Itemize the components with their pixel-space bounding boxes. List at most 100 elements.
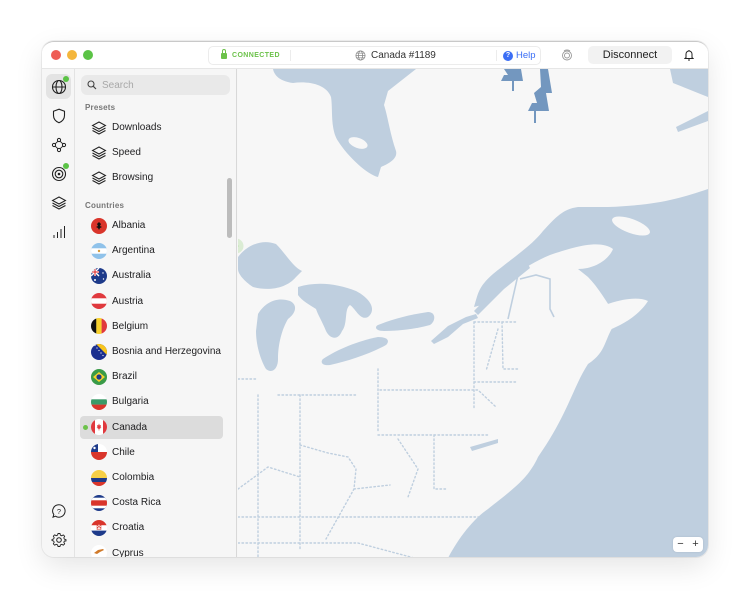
country-label: Canada [112,421,148,433]
lock-icon [221,49,227,59]
list-scrollbar[interactable] [227,178,232,238]
albania-flag-icon [91,217,107,234]
hudson-bay [273,69,416,177]
connected-server-pin[interactable] [238,238,244,254]
tree-icons [501,69,552,123]
map-zoom-controls: − + [673,537,703,552]
lake-erie [321,337,388,366]
server-map[interactable]: − + [238,69,708,557]
divider [496,50,497,61]
atlantic-ocean [448,189,708,557]
preset-label: Downloads [112,122,162,133]
preset-item-speed[interactable]: Speed [80,141,223,164]
country-item-colombia[interactable]: Colombia [80,466,223,489]
rail-item-countries[interactable] [46,74,71,99]
tree-icon [528,69,552,123]
connection-status-bar: CONNECTED Canada #1189 ? Help [208,46,541,65]
country-item-chile[interactable]: Chile [80,441,223,464]
map-canvas [238,69,708,557]
search-box[interactable] [81,75,230,95]
close-window-button[interactable] [51,50,61,60]
rail-item-help[interactable]: ? [46,498,71,523]
pause-shield-icon[interactable] [561,49,573,61]
layers-icon [50,195,67,210]
country-item-brazil[interactable]: Brazil [80,365,223,388]
country-label: Albania [112,220,146,231]
help-bubble-icon: ? [51,503,66,518]
tree-icon [501,69,523,91]
country-item-australia[interactable]: Australia [80,264,223,287]
rail-item-settings[interactable] [46,527,71,552]
australia-flag-icon [91,267,107,284]
country-label: Croatia [112,522,145,534]
notification-bell-icon[interactable] [684,49,694,61]
cyprus-flag-icon [91,545,107,557]
disconnect-button[interactable]: Disconnect [588,46,672,64]
window-controls [51,50,93,60]
question-icon: ? [503,50,513,61]
search-input[interactable] [102,79,222,91]
stats-icon [53,225,65,238]
title-bar: CONNECTED Canada #1189 ? Help Disconnect [42,42,708,69]
minimize-window-button[interactable] [67,50,77,60]
rail-item-threat-protection[interactable] [46,103,71,128]
country-item-canada[interactable]: Canada [80,415,223,439]
country-label: Costa Rica [112,497,161,509]
rail-item-meshnet[interactable] [46,132,71,157]
country-item-albania[interactable]: Albania [80,214,223,237]
zoom-window-button[interactable] [83,50,93,60]
country-item-bulgaria[interactable]: Bulgaria [80,390,223,413]
countries-heading: Countries [85,201,125,210]
zoom-out-button[interactable]: − [677,537,683,552]
country-label: Chile [112,446,135,458]
coast-borders [507,274,555,320]
settings-gear-icon [51,532,66,547]
st-lawrence-lower [431,314,478,344]
country-label: Bosnia and Herzegovina [112,346,221,357]
status-badge [63,76,69,82]
preset-label: Speed [112,147,141,158]
meshnet-icon [51,137,66,152]
preset-item-browsing[interactable]: Browsing [80,166,223,189]
svg-text:?: ? [56,506,60,515]
navigation-rail: ? [42,69,75,557]
help-link[interactable]: ? Help [503,50,536,61]
belgium-flag-icon [91,318,107,335]
country-item-croatia[interactable]: Croatia [80,516,223,539]
lake-ontario [376,312,435,331]
preset-layers-icon [91,145,107,160]
shield-icon [52,108,65,123]
country-item-argentina[interactable]: Argentina [80,239,223,262]
country-item-costa-rica[interactable]: Costa Rica [80,491,223,514]
rail-item-presets[interactable] [46,190,71,215]
rail-item-specialty-servers[interactable] [46,161,71,186]
search-icon [87,80,97,90]
costa-rica-flag-icon [91,494,107,511]
zoom-in-button[interactable]: + [692,537,698,552]
country-item-belgium[interactable]: Belgium [80,315,223,338]
country-item-cyprus[interactable]: Cyprus [80,542,223,557]
country-label: Argentina [112,245,155,257]
croatia-flag-icon [91,519,107,536]
presets-heading: Presets [85,103,116,112]
current-server[interactable]: Canada #1189 [355,50,436,61]
long-island [470,439,498,451]
country-item-austria[interactable]: Austria [80,290,223,313]
country-item-bosnia[interactable]: Bosnia and Herzegovina [80,340,223,363]
north-east-water [670,69,708,97]
connected-indicator [83,424,88,430]
lake-huron [298,283,373,338]
help-label: Help [516,50,536,61]
country-label: Bulgaria [112,396,149,408]
status-badge [63,163,69,169]
canada-flag-icon [91,419,107,436]
preset-layers-icon [91,170,107,185]
app-window: CONNECTED Canada #1189 ? Help Disconnect… [42,41,708,557]
globe-icon [355,50,366,61]
preset-layers-icon [91,120,107,135]
country-label: Australia [112,270,151,282]
chile-flag-icon [91,444,107,461]
argentina-flag-icon [91,242,107,259]
rail-item-statistics[interactable] [46,219,71,244]
preset-item-downloads[interactable]: Downloads [80,116,223,139]
